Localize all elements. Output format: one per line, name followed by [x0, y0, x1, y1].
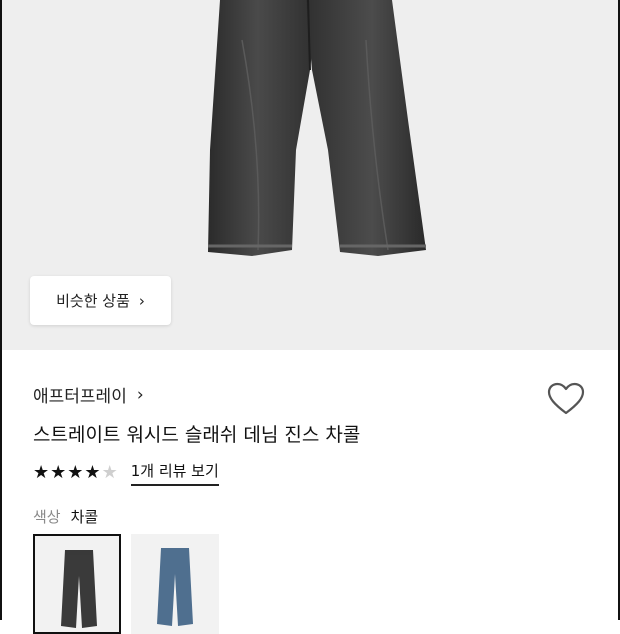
- swatch-jeans-thumbnail: [61, 550, 97, 628]
- color-swatch-blue[interactable]: [131, 534, 219, 634]
- brand-link[interactable]: 애프터프레이 ›: [33, 382, 144, 408]
- product-title: 스트레이트 워시드 슬래쉬 데님 진스 차콜: [33, 424, 361, 446]
- color-option-row: 색상 차콜: [33, 506, 98, 527]
- star-icon: ★: [33, 462, 50, 483]
- star-icon: ★: [101, 462, 118, 483]
- similar-products-label: 비슷한 상품: [56, 292, 130, 310]
- color-swatch-charcoal[interactable]: [33, 534, 121, 634]
- chevron-right-icon: ›: [136, 384, 144, 405]
- wishlist-heart-icon[interactable]: [546, 381, 586, 417]
- color-selected-value: 차콜: [70, 508, 99, 526]
- review-link[interactable]: 1개 리뷰 보기: [130, 460, 219, 486]
- rating-row: ★ ★ ★ ★ ★ 1개 리뷰 보기: [33, 460, 219, 486]
- left-edge-border: [0, 0, 2, 620]
- star-icon: ★: [67, 462, 84, 483]
- product-image-area[interactable]: 비슷한 상품 ›: [0, 0, 620, 350]
- brand-name: 애프터프레이: [33, 387, 127, 407]
- swatch-jeans-thumbnail: [157, 548, 193, 626]
- similar-products-button[interactable]: 비슷한 상품 ›: [30, 276, 171, 325]
- star-icon: ★: [84, 462, 101, 483]
- color-label: 색상: [33, 508, 61, 526]
- star-icon: ★: [50, 462, 67, 483]
- chevron-right-icon: ›: [138, 291, 145, 310]
- star-rating: ★ ★ ★ ★ ★: [33, 463, 119, 483]
